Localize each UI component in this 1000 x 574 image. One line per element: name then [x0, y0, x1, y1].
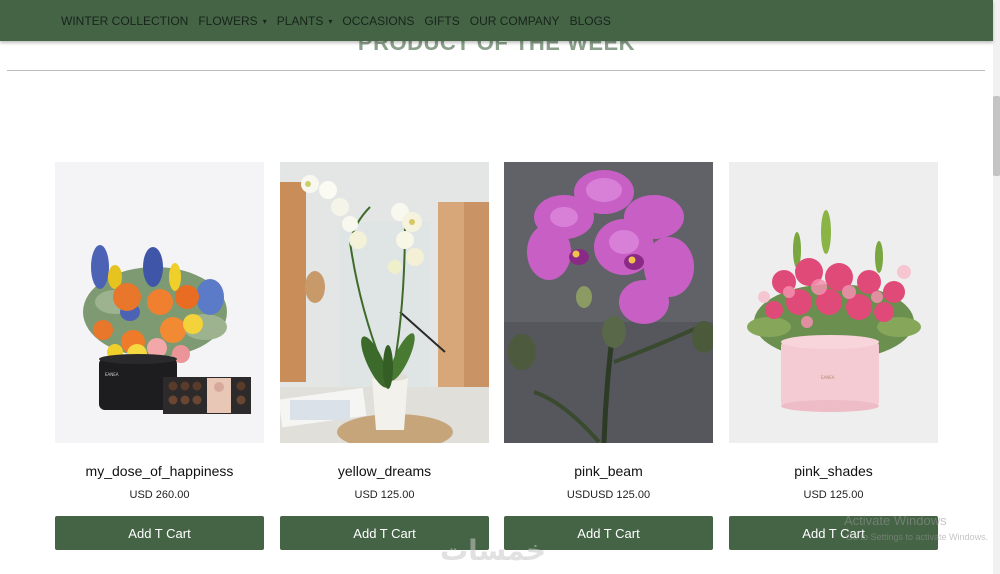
section-divider	[7, 70, 985, 71]
nav-label: FLOWERS	[198, 14, 258, 28]
product-price: USD 260.00	[129, 489, 190, 501]
nav-label: GIFTS	[424, 14, 460, 28]
nav-label: OCCASIONS	[342, 14, 415, 28]
product-price: USD 125.00	[354, 489, 415, 501]
product-card: EANEA my_dose_of_happiness USD 260.00 Ad…	[55, 162, 264, 550]
scrollbar-thumb[interactable]	[993, 96, 1000, 176]
page-scrollbar[interactable]	[993, 0, 1000, 574]
activate-windows-subtitle: Go to Settings to activate Windows.	[846, 532, 989, 542]
product-name[interactable]: pink_shades	[729, 463, 938, 479]
product-card: yellow_dreams USD 125.00 Add T Cart	[280, 162, 489, 550]
nav-item-occasions[interactable]: OCCASIONS	[342, 13, 414, 29]
product-image-pink-shades[interactable]: EANEA	[729, 162, 938, 443]
caret-down-icon: ▾	[328, 17, 333, 26]
svg-text:EANEA: EANEA	[821, 375, 835, 380]
product-image-happiness[interactable]: EANEA	[55, 162, 264, 443]
product-image-pink-beam[interactable]	[504, 162, 713, 443]
product-price: USD 125.00	[803, 489, 864, 501]
nav-item-gifts[interactable]: GIFTS	[424, 13, 459, 29]
nav-item-winter-collection[interactable]: WINTER COLLECTION	[61, 13, 188, 29]
nav-menu: WINTER COLLECTION FLOWERS ▾ PLANTS ▾ OCCAS…	[61, 13, 621, 29]
product-card: EANEA pink_shades USD 125.00 Add T Cart	[729, 162, 938, 550]
nav-item-flowers[interactable]: FLOWERS ▾	[198, 13, 266, 29]
nav-item-our-company[interactable]: OUR COMPANY	[470, 13, 560, 29]
nav-label: PLANTS	[276, 14, 324, 28]
svg-text:EANEA: EANEA	[105, 372, 119, 377]
product-price: USDUSD 125.00	[566, 489, 651, 501]
product-name[interactable]: pink_beam	[504, 463, 713, 479]
add-to-cart-button[interactable]: Add T Cart	[55, 516, 264, 550]
top-navbar: WINTER COLLECTION FLOWERS ▾ PLANTS ▾ OCCAS…	[0, 0, 993, 41]
product-card: pink_beam USDUSD 125.00 Add T Cart	[504, 162, 713, 550]
product-image-yellow-dreams[interactable]	[280, 162, 489, 443]
site-watermark: خمسات	[440, 534, 547, 567]
nav-label: OUR COMPANY	[469, 14, 560, 28]
product-name[interactable]: yellow_dreams	[280, 463, 489, 479]
nav-item-blogs[interactable]: BLOGS	[570, 13, 611, 29]
caret-down-icon: ▾	[262, 17, 267, 26]
nav-item-plants[interactable]: PLANTS ▾	[277, 13, 333, 29]
product-name[interactable]: my_dose_of_happiness	[55, 463, 264, 479]
activate-windows-title: Activate Windows	[844, 513, 947, 528]
nav-label: BLOGS	[569, 14, 611, 28]
nav-label: WINTER COLLECTION	[61, 14, 189, 28]
